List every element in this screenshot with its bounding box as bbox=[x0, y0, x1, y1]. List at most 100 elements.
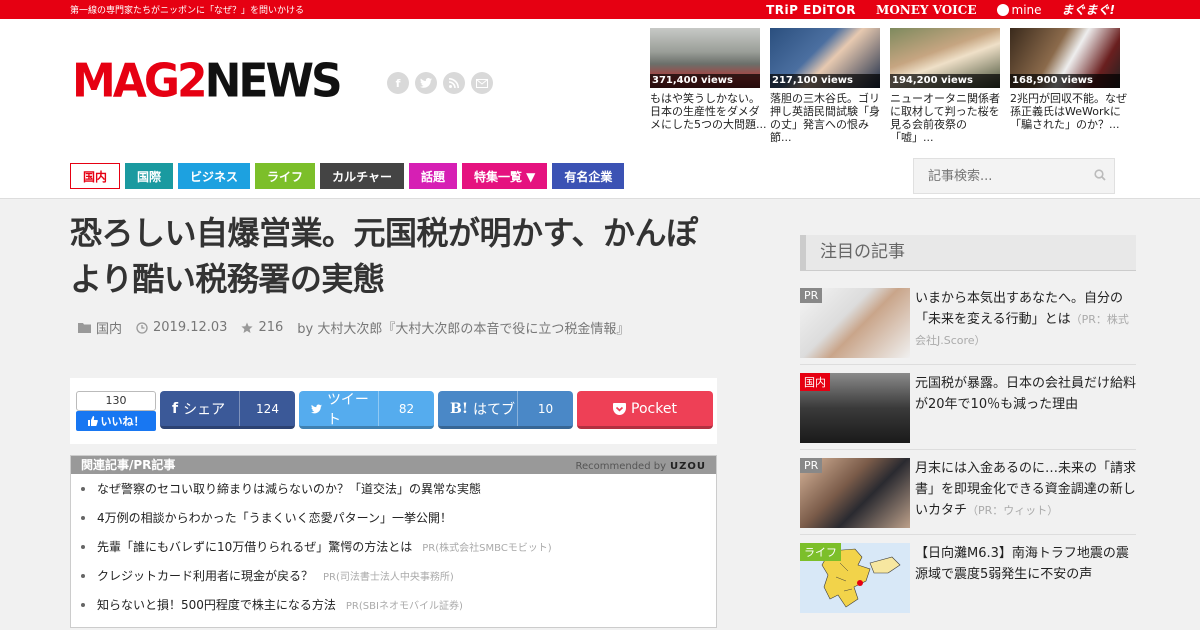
twitter-icon bbox=[311, 403, 322, 413]
related-title: 知らないと損！500円程度で株主になる方法 bbox=[97, 598, 336, 612]
views-count: 168,900 views bbox=[1010, 74, 1120, 88]
article-author[interactable]: by 大村大次郎『大村大次郎の本音で役に立つ税金情報』 bbox=[297, 318, 629, 337]
star-icon bbox=[241, 322, 254, 333]
twitter-share-label: ツイート bbox=[326, 391, 369, 428]
nav-culture[interactable]: カルチャー bbox=[320, 163, 404, 189]
folder-icon bbox=[78, 323, 91, 333]
nav-life[interactable]: ライフ bbox=[255, 163, 316, 189]
twitter-share-count: 82 bbox=[378, 391, 434, 426]
facebook-like-widget: 130 いいね！ bbox=[76, 391, 156, 431]
top-news-item[interactable]: 168,900 views 2兆円が回収不能。なぜ孫正義氏はWeWorkに「騙さ… bbox=[1010, 28, 1127, 144]
related-articles: 関連記事/PR記事 Recommended by UZOU なぜ警察のセコい取り締… bbox=[70, 455, 717, 628]
list-item[interactable]: 知らないと損！500円程度で株主になる方法 PR(SBIネオモバイル証券) bbox=[79, 590, 716, 619]
sidebar-article[interactable]: PR いまから本気出すあなたへ。自分の「未来を変える行動」とは（PR：株式会社J… bbox=[800, 288, 1136, 365]
share-bar: 130 いいね！ f シェア 124 ツイート 82 B! はてブ 10 Pocke… bbox=[70, 378, 717, 444]
article-tag: ライフ bbox=[800, 543, 841, 561]
top-news-title: 2兆円が回収不能。なぜ孫正義氏はWeWorkに「騙された」のか？... bbox=[1010, 92, 1127, 131]
nav-international[interactable]: 国際 bbox=[125, 163, 174, 189]
search-input[interactable] bbox=[914, 159, 1084, 193]
pocket-label: Pocket bbox=[631, 400, 677, 417]
top-news-item[interactable]: 217,100 views 落胆の三木谷氏。ゴリ押し英語民間試験「身の丈」発言へ… bbox=[770, 28, 880, 144]
uzou-logo[interactable]: UZOU bbox=[670, 458, 706, 476]
article-date-label: 2019.12.03 bbox=[153, 320, 228, 335]
pr-sponsor: PR(株式会社SMBCモビット) bbox=[422, 543, 552, 554]
search-icon[interactable] bbox=[1094, 169, 1106, 181]
views-count: 217,100 views bbox=[770, 74, 880, 88]
sidebar-article-title: 【日向灘M6.3】南海トラフ地震の震源域で震度5弱発生に不安の声 bbox=[915, 546, 1129, 582]
category-nav: 国内 国際 ビジネス ライフ カルチャー 話題 特集一覧 ▼ 有名企業 bbox=[70, 163, 625, 189]
facebook-share-button[interactable]: f シェア 124 bbox=[160, 391, 295, 429]
related-title: なぜ警察のセコい取り締まりは減らないのか？「道交法」の異常な実態 bbox=[97, 482, 482, 496]
partner-link-magmag[interactable]: まぐまぐ! bbox=[1062, 1, 1115, 18]
sidebar-article[interactable]: 国内 元国税が暴露。日本の会社員だけ給料が20年で10％も減った理由 bbox=[800, 373, 1137, 450]
related-list: なぜ警察のセコい取り締まりは減らないのか？「道交法」の異常な実態 4万例の相談か… bbox=[71, 474, 716, 619]
partner-link-mine[interactable]: mine bbox=[996, 2, 1042, 17]
related-title: 先輩「誰にもバレずに10万借りられるぜ」驚愕の方法とは bbox=[97, 540, 413, 554]
nav-business[interactable]: ビジネス bbox=[178, 163, 251, 189]
views-count: 371,400 views bbox=[650, 74, 760, 88]
partner-link-mine-label: mine bbox=[1011, 2, 1042, 17]
partner-links: TRiP EDiTOR MONEY VOICE mine まぐまぐ! bbox=[766, 0, 1115, 19]
top-news-item[interactable]: 194,200 views ニューオータニ関係者に取材して判った桜を見る会前夜祭… bbox=[890, 28, 1000, 144]
bullet-icon bbox=[81, 515, 85, 520]
partner-link-tripeditor[interactable]: TRiP EDiTOR bbox=[766, 3, 856, 17]
divider bbox=[800, 270, 1136, 271]
logo-part-red: MAG2 bbox=[72, 54, 208, 109]
nav-topics[interactable]: 話題 bbox=[408, 163, 457, 189]
article-stars: 216 bbox=[241, 320, 283, 335]
site-logo[interactable]: MAG2NEWS bbox=[72, 54, 343, 109]
article-tag: PR bbox=[800, 458, 823, 473]
partner-link-moneyvoice[interactable]: MONEY VOICE bbox=[876, 3, 976, 17]
article-tag: PR bbox=[800, 288, 823, 303]
related-title: 4万例の相談からわかった「うまくいく恋愛パターン」一挙公開！ bbox=[97, 511, 453, 525]
nav-companies[interactable]: 有名企業 bbox=[552, 163, 625, 189]
divider bbox=[800, 534, 1136, 535]
sidebar-article[interactable]: PR 月末には入金あるのに…未来の「請求書」を即現金化できる資金調達の新しいカタ… bbox=[800, 458, 1136, 535]
article-title: 恐ろしい自爆営業。元国税が明かす、かんぽより酷い税務署の実態 bbox=[70, 214, 698, 298]
pocket-button[interactable]: Pocket bbox=[577, 391, 713, 429]
logo-part-black: NEWS bbox=[204, 54, 343, 109]
rss-icon[interactable] bbox=[443, 72, 465, 94]
sidebar-article-title: 元国税が暴露。日本の会社員だけ給料が20年で10％も減った理由 bbox=[915, 376, 1137, 412]
sidebar-article[interactable]: ライフ 【日向灘M6.3】南海トラフ地震の震源域で震度5弱発生に不安の声 bbox=[800, 543, 1136, 619]
mail-icon[interactable] bbox=[471, 72, 493, 94]
top-news-thumbnail: 217,100 views bbox=[770, 28, 880, 88]
site-tagline: 第一線の専門家たちがニッポンに「なぜ？」を問いかける bbox=[70, 6, 305, 16]
list-item[interactable]: なぜ警察のセコい取り締まりは減らないのか？「道交法」の異常な実態 bbox=[79, 474, 716, 503]
like-button-label: いいね！ bbox=[100, 415, 145, 428]
list-item[interactable]: クレジットカード利用者に現金が戻る？ PR(司法書士法人中央事務所) bbox=[79, 561, 716, 590]
top-bar: 第一線の専門家たちがニッポンに「なぜ？」を問いかける TRiP EDiTOR M… bbox=[0, 0, 1200, 19]
top-news-title: 落胆の三木谷氏。ゴリ押し英語民間試験「身の丈」発言への恨み節... bbox=[770, 92, 880, 144]
hatena-share-label: はてブ bbox=[472, 401, 515, 418]
article-category-label: 国内 bbox=[96, 322, 123, 337]
article-meta: 国内 2019.12.03 216 by 大村大次郎『大村大次郎の本音で役に立つ… bbox=[78, 318, 629, 337]
article-category[interactable]: 国内 bbox=[78, 318, 122, 337]
article-stars-count: 216 bbox=[258, 320, 284, 335]
top-news-item[interactable]: 371,400 views もはや笑うしかない。日本の生産性をダメダメにした5つ… bbox=[650, 28, 767, 144]
top-news-title: もはや笑うしかない。日本の生産性をダメダメにした5つの大問題... bbox=[650, 92, 767, 131]
clock-icon bbox=[136, 321, 148, 334]
nav-features-dropdown[interactable]: 特集一覧 ▼ bbox=[461, 163, 548, 189]
site-header: MAG2NEWS f 371,400 views もはや笑うしかない。日本の生産… bbox=[0, 19, 1200, 199]
facebook-icon[interactable]: f bbox=[387, 72, 409, 94]
thumbs-up-icon bbox=[87, 416, 98, 426]
search-box bbox=[913, 158, 1115, 194]
pr-sponsor: PR(司法書士法人中央事務所) bbox=[323, 572, 454, 583]
related-title: クレジットカード利用者に現金が戻る？ bbox=[97, 569, 314, 583]
related-heading-label: 関連記事/PR記事 bbox=[81, 458, 176, 472]
bullet-icon bbox=[81, 573, 85, 578]
twitter-icon[interactable] bbox=[415, 72, 437, 94]
facebook-icon: f bbox=[172, 400, 179, 417]
recommended-by: Recommended by UZOU bbox=[575, 458, 706, 476]
twitter-share-button[interactable]: ツイート 82 bbox=[299, 391, 434, 429]
pr-sponsor: PR(SBIネオモバイル証券) bbox=[345, 601, 463, 612]
list-item[interactable]: 先輩「誰にもバレずに10万借りられるぜ」驚愕の方法とは PR(株式会社SMBCモビ… bbox=[79, 532, 716, 561]
top-news-thumbnail: 371,400 views bbox=[650, 28, 760, 88]
bullet-icon bbox=[81, 544, 85, 549]
nav-domestic[interactable]: 国内 bbox=[70, 163, 121, 189]
social-icons: f bbox=[387, 72, 493, 94]
hatena-icon: B! bbox=[450, 400, 468, 417]
hatena-bookmark-button[interactable]: B! はてブ 10 bbox=[438, 391, 573, 429]
like-button[interactable]: いいね！ bbox=[76, 411, 156, 431]
list-item[interactable]: 4万例の相談からわかった「うまくいく恋愛パターン」一挙公開！ bbox=[79, 503, 716, 532]
